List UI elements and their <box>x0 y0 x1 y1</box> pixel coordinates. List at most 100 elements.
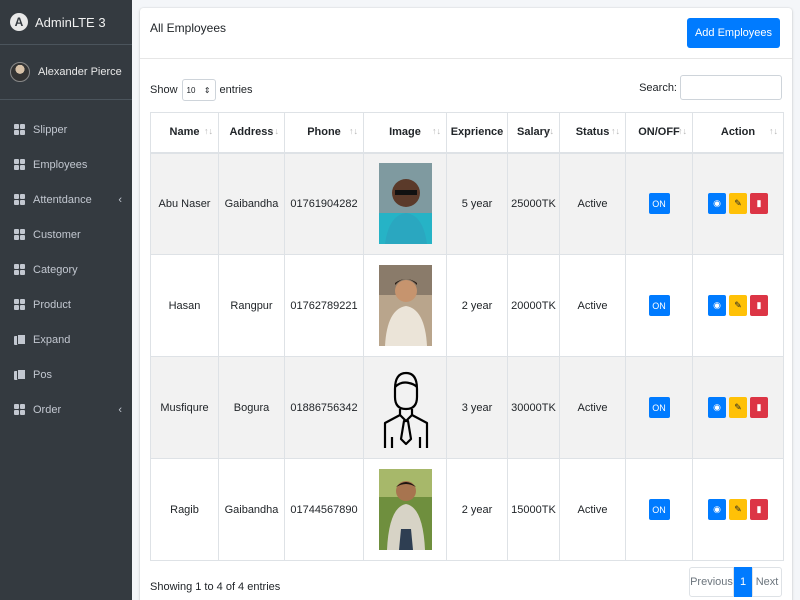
table-row: Abu Naser Gaibandha 01761904282 5 year 2… <box>150 152 784 255</box>
next-page-button[interactable]: Next <box>752 567 782 597</box>
sidebar-item-label: Expand <box>33 333 71 346</box>
header-label: ON/OFF <box>638 126 680 139</box>
sidebar-item-label: Attentdance <box>33 193 92 206</box>
employee-photo <box>378 163 432 245</box>
view-icon[interactable]: ◉ <box>708 193 726 215</box>
entries-select[interactable]: 10 ⇕ <box>181 79 216 101</box>
cell-image <box>363 458 447 561</box>
column-header-action[interactable]: Action ↑↓ <box>692 112 784 154</box>
cell-phone: 01761904282 <box>284 152 364 255</box>
table-header-row: Name ↑↓ Address ↑↓ Phone ↑↓ Image ↑↓ Exprien… <box>150 112 784 154</box>
edit-icon[interactable]: ✎ <box>729 193 747 215</box>
column-header-name[interactable]: Name ↑↓ <box>150 112 219 154</box>
trash-icon[interactable]: ▮ <box>750 397 768 418</box>
cell-status: Active <box>559 152 626 255</box>
sort-icon: ↑↓ <box>270 126 279 136</box>
column-header-image[interactable]: Image ↑↓ <box>363 112 447 154</box>
cell-salary: 20000TK <box>507 254 560 357</box>
edit-icon[interactable]: ✎ <box>729 397 747 418</box>
cell-experience: 2 year <box>446 254 508 357</box>
sidebar-item-product[interactable]: Product <box>0 287 132 322</box>
cell-toggle: ON <box>625 254 693 357</box>
column-header-experience[interactable]: Exprience <box>446 112 508 154</box>
sidebar-item-label: Category <box>33 263 78 276</box>
table-controls: Show 10 ⇕ entries Search: <box>150 75 782 101</box>
table-row: Ragib Gaibandha 01744567890 2 year 15000… <box>150 458 784 561</box>
cell-status: Active <box>559 254 626 357</box>
cell-salary: 30000TK <box>507 356 560 459</box>
cell-image <box>363 356 447 459</box>
employee-photo <box>378 469 432 550</box>
user-panel[interactable]: Alexander Pierce <box>0 45 132 100</box>
cell-actions: ◉ ✎ ▮ <box>692 152 784 255</box>
cell-address: Rangpur <box>218 254 285 357</box>
cell-phone: 01762789221 <box>284 254 364 357</box>
sidebar-item-pos[interactable]: Pos <box>0 357 132 392</box>
sidebar-item-attentdance[interactable]: Attentdance ‹ <box>0 182 132 217</box>
on-off-button[interactable]: ON <box>648 397 670 418</box>
cell-status: Active <box>559 458 626 561</box>
page-1-button[interactable]: 1 <box>734 567 752 597</box>
table-row: Hasan Rangpur 01762789221 2 year 20000TK… <box>150 254 784 357</box>
copy-icon <box>14 334 26 345</box>
column-header-phone[interactable]: Phone ↑↓ <box>284 112 364 154</box>
cell-experience: 5 year <box>446 152 508 255</box>
on-off-button[interactable]: ON <box>648 499 670 520</box>
sidebar-item-slipper[interactable]: Slipper <box>0 112 132 147</box>
add-employees-button[interactable]: Add Employees <box>686 18 780 48</box>
header-label: Address <box>229 126 274 139</box>
column-header-onoff[interactable]: ON/OFF ↑↓ <box>625 112 693 154</box>
pagination: Previous 1 Next <box>689 567 782 597</box>
sidebar-item-employees[interactable]: Employees <box>0 147 132 182</box>
cell-status: Active <box>559 356 626 459</box>
cell-name: Ragib <box>150 458 219 561</box>
table-info: Showing 1 to 4 of 4 entries <box>150 581 281 593</box>
header-label: Status <box>575 126 610 139</box>
column-header-salary[interactable]: Salary ↑↓ <box>507 112 560 154</box>
entries-value: 10 <box>186 85 196 95</box>
page-title: All Employees <box>150 21 227 35</box>
sidebar-item-label: Product <box>33 298 71 311</box>
sidebar-item-order[interactable]: Order ‹ <box>0 392 132 427</box>
entries-label: entries <box>219 84 253 96</box>
search-input[interactable] <box>680 75 782 100</box>
chevron-left-icon: ‹ <box>118 193 122 206</box>
brand-link[interactable]: A AdminLTE 3 <box>0 0 132 45</box>
sidebar-item-customer[interactable]: Customer <box>0 217 132 252</box>
trash-icon[interactable]: ▮ <box>750 193 768 215</box>
trash-icon[interactable]: ▮ <box>750 499 768 520</box>
sidebar-item-label: Customer <box>33 228 81 241</box>
view-icon[interactable]: ◉ <box>708 295 726 316</box>
trash-icon[interactable]: ▮ <box>750 295 768 316</box>
card-header: All Employees Add Employees <box>140 8 792 59</box>
chevron-left-icon: ‹ <box>118 403 122 416</box>
sort-icon: ↑↓ <box>432 126 441 136</box>
on-off-button[interactable]: ON <box>648 193 670 215</box>
edit-icon[interactable]: ✎ <box>729 295 747 316</box>
sidebar-item-category[interactable]: Category <box>0 252 132 287</box>
cell-phone: 01744567890 <box>284 458 364 561</box>
sort-icon: ↑↓ <box>678 126 687 136</box>
edit-icon[interactable]: ✎ <box>729 499 747 520</box>
sidebar: A AdminLTE 3 Alexander Pierce Slipper Em… <box>0 0 132 600</box>
previous-page-button[interactable]: Previous <box>689 567 734 597</box>
sidebar-item-label: Employees <box>33 158 88 171</box>
view-icon[interactable]: ◉ <box>708 397 726 418</box>
cell-actions: ◉ ✎ ▮ <box>692 458 784 561</box>
on-off-button[interactable]: ON <box>648 295 670 316</box>
sidebar-item-expand[interactable]: Expand <box>0 322 132 357</box>
search-label: Search: <box>639 81 677 94</box>
column-header-status[interactable]: Status ↑↓ <box>559 112 626 154</box>
cell-toggle: ON <box>625 356 693 459</box>
show-label: Show <box>150 84 178 96</box>
view-icon[interactable]: ◉ <box>708 499 726 520</box>
cell-experience: 3 year <box>446 356 508 459</box>
cell-salary: 25000TK <box>507 152 560 255</box>
column-header-address[interactable]: Address ↑↓ <box>218 112 285 154</box>
sidebar-item-label: Pos <box>33 368 52 381</box>
header-label: Exprience <box>450 126 504 139</box>
cell-name: Abu Naser <box>150 152 219 255</box>
cell-toggle: ON <box>625 458 693 561</box>
employees-table: Name ↑↓ Address ↑↓ Phone ↑↓ Image ↑↓ Exprien… <box>150 112 784 561</box>
entries-control: Show 10 ⇕ entries <box>150 79 253 101</box>
